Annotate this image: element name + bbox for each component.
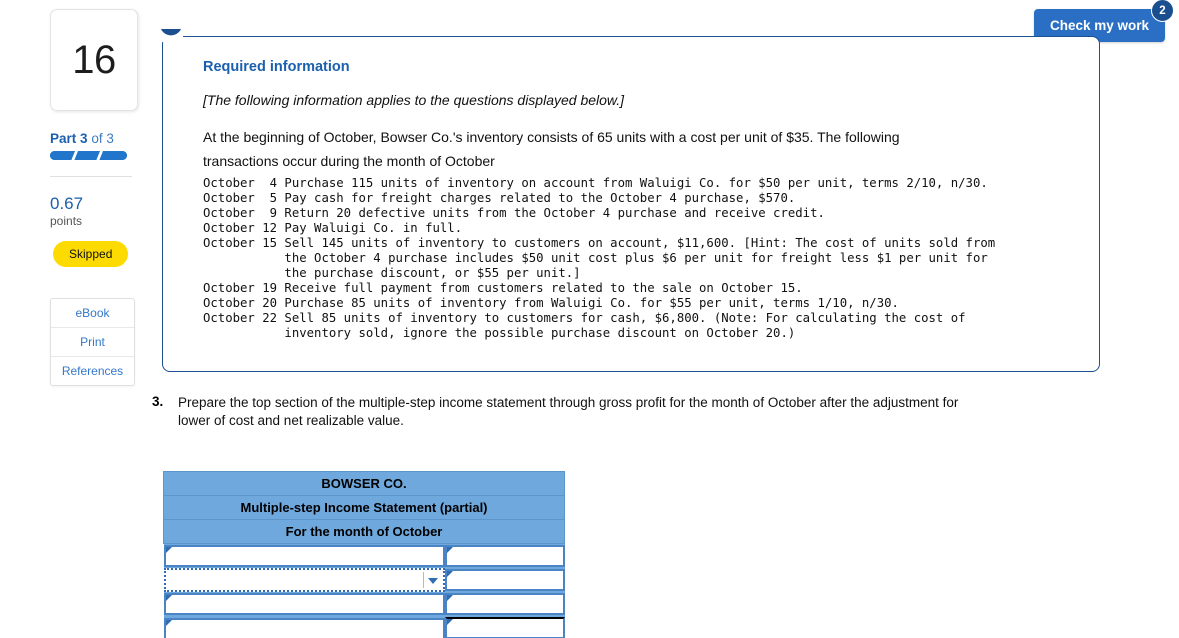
row-3-label-cell (163, 592, 445, 616)
required-information-subtitle: [The following information applies to th… (203, 92, 625, 108)
table-header-row: BOWSER CO. (162, 471, 566, 496)
print-button[interactable]: Print (51, 328, 134, 357)
part-indicator: Part 3 of 3 (50, 131, 114, 146)
row-3-label-input[interactable] (163, 593, 445, 615)
row-4-label-input[interactable] (163, 618, 445, 638)
row-4-label-cell (163, 616, 445, 638)
row-2-label-cell (163, 568, 445, 592)
page-root: 16 Part 3 of 3 0.67 points Skipped eBook… (0, 0, 1179, 638)
progress-segment (101, 151, 127, 160)
rail-divider (50, 176, 132, 177)
part-prefix: Part (50, 131, 77, 146)
part-total: of 3 (91, 131, 114, 146)
required-information-title: Required information (203, 59, 350, 75)
cell-marker-icon (446, 547, 453, 553)
cell-marker-icon (165, 595, 172, 601)
row-2-amount-cell (444, 568, 565, 592)
cell-marker-icon (165, 547, 172, 553)
intro-line-1: At the beginning of October, Bowser Co.'… (203, 129, 900, 145)
points-value: 0.67 (50, 194, 84, 213)
table-row (163, 616, 565, 638)
ebook-button[interactable]: eBook (51, 299, 134, 328)
table-title-statement: Multiple-step Income Statement (partial) (162, 495, 566, 520)
cell-marker-icon (446, 619, 453, 625)
row-2-amount-input[interactable] (444, 569, 565, 591)
row-1-amount-cell (444, 543, 565, 568)
collapse-chevron-icon[interactable] (159, 28, 183, 42)
dropdown-divider (422, 572, 424, 588)
income-statement-answer-table: BOWSER CO. Multiple-step Income Statemen… (162, 471, 566, 638)
part-current: 3 (80, 131, 88, 146)
table-row (163, 592, 565, 616)
question-number: 16 (72, 37, 116, 82)
table-header-row: For the month of October (162, 519, 566, 544)
table-header-row: Multiple-step Income Statement (partial) (162, 495, 566, 520)
question-block: 3. Prepare the top section of the multip… (152, 394, 1102, 431)
points-label: points (50, 214, 83, 228)
question-text-line-2: lower of cost and net realizable value. (178, 413, 404, 429)
rail-button-group: eBook Print References (50, 298, 135, 386)
table-row (163, 568, 565, 592)
cell-marker-icon (446, 595, 453, 601)
row-1-label-cell (163, 543, 445, 568)
status-badge: Skipped (53, 241, 129, 267)
table-title-period: For the month of October (162, 519, 566, 544)
question-number-label: 3. (152, 394, 164, 409)
intro-line-2: transactions occur during the month of O… (203, 152, 495, 169)
row-1-amount-input[interactable] (444, 545, 565, 567)
question-left-rail: 16 Part 3 of 3 0.67 points Skipped eBook… (0, 0, 150, 638)
part-progress-bar (50, 151, 127, 160)
required-information-panel: Required information [The following info… (162, 36, 1100, 372)
row-4-amount-input[interactable] (444, 617, 565, 638)
table-row (163, 543, 565, 568)
question-text-line-1: Prepare the top section of the multiple-… (178, 395, 959, 410)
references-button[interactable]: References (51, 357, 134, 385)
transaction-list: October 4 Purchase 115 units of inventor… (203, 175, 996, 340)
table-title-company: BOWSER CO. (162, 471, 566, 496)
question-number-box: 16 (50, 9, 138, 111)
row-2-label-dropdown[interactable] (163, 568, 445, 592)
required-information-body: Required information [The following info… (163, 37, 1099, 341)
cell-marker-icon (446, 571, 453, 577)
row-4-amount-cell (444, 616, 565, 638)
cell-marker-icon (165, 620, 172, 626)
row-3-amount-input[interactable] (444, 593, 565, 615)
row-3-amount-cell (444, 592, 565, 616)
check-my-work-badge: 2 (1151, 0, 1174, 22)
row-1-label-input[interactable] (163, 545, 445, 567)
chevron-down-icon[interactable] (427, 578, 438, 584)
